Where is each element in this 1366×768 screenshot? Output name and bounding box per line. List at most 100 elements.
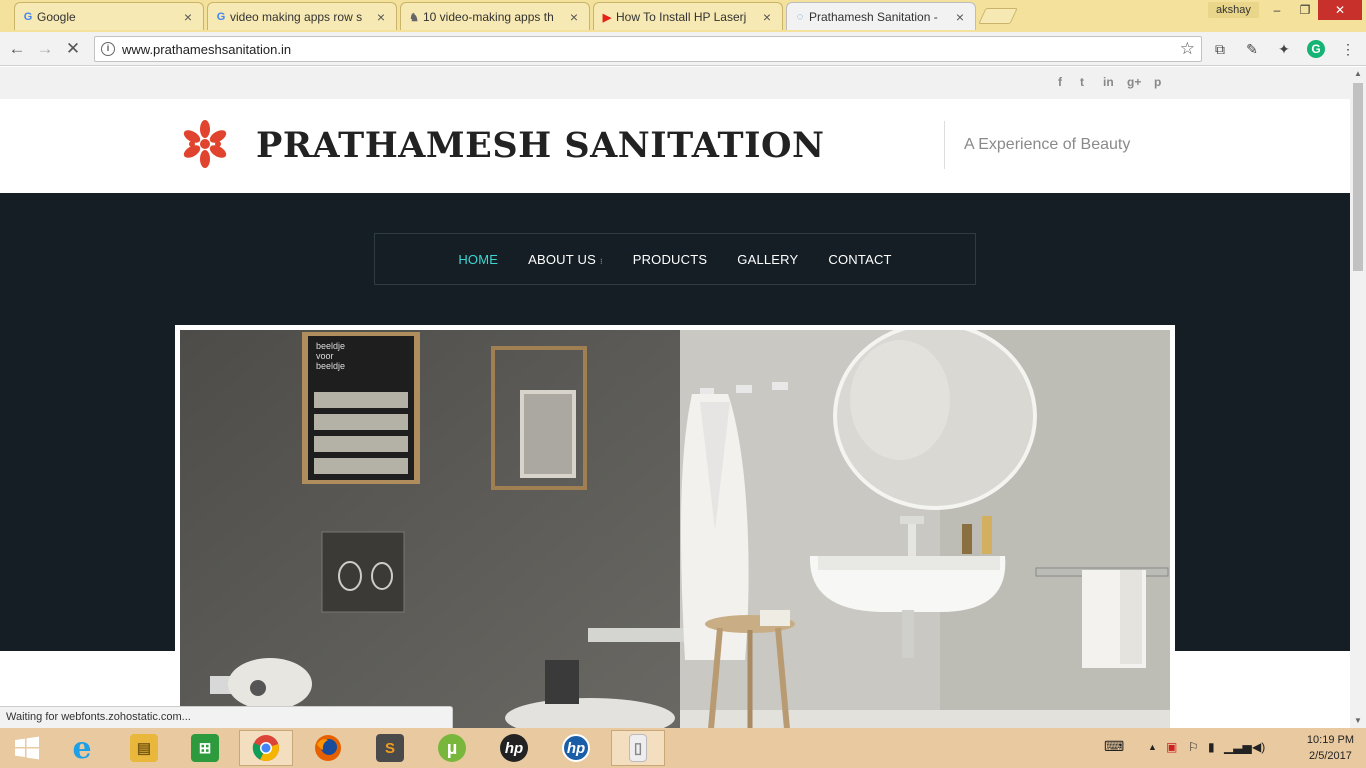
- taskbar-sublime-text[interactable]: S: [363, 730, 417, 766]
- tab-close-icon[interactable]: ×: [953, 9, 967, 25]
- back-button[interactable]: ←: [6, 38, 28, 60]
- taskbar-store[interactable]: ⊞: [178, 730, 232, 766]
- main-navigation: HOME ABOUT US ⁝ PRODUCTS GALLERY CONTACT: [374, 233, 976, 285]
- taskbar-chrome[interactable]: [239, 730, 293, 766]
- tab-title: 10 video-making apps th: [423, 9, 554, 24]
- firefox-icon: [315, 735, 341, 761]
- clock-date: 2/5/2017: [1309, 750, 1352, 762]
- chrome-icon: [252, 735, 279, 762]
- tab-title: How To Install HP Laserj: [616, 9, 747, 24]
- tab-close-icon[interactable]: ×: [760, 9, 774, 25]
- stop-loading-button[interactable]: ✕: [62, 38, 84, 60]
- nav-products[interactable]: PRODUCTS: [633, 252, 708, 267]
- forward-button[interactable]: →: [34, 38, 56, 60]
- taskbar-file-explorer[interactable]: ▤: [117, 730, 171, 766]
- tab-title: Google: [37, 9, 76, 24]
- pinterest-icon[interactable]: p: [1154, 75, 1161, 89]
- page-viewport: f t in g+ p PRATHAMESH SANITATION A Expe…: [0, 67, 1350, 728]
- site-brand-title[interactable]: PRATHAMESH SANITATION: [256, 125, 824, 166]
- tab-youtube-hp[interactable]: ▶ How To Install HP Laserj ×: [593, 2, 783, 30]
- start-button[interactable]: [0, 730, 54, 766]
- browser-tab-bar: G Google × G video making apps row s × ♞…: [0, 0, 1366, 32]
- taskbar-blank-app[interactable]: ▯: [611, 730, 665, 766]
- show-hidden-icons-icon[interactable]: ▲: [1148, 742, 1157, 752]
- windows-taskbar: e ▤ ⊞ S µ hp hp ▯ ⌨ ▲ ▣ ⚐ ▮ ▁▃▅ ◀) 10:19…: [0, 728, 1366, 768]
- scroll-down-arrow-icon[interactable]: ▼: [1350, 714, 1366, 728]
- windows-logo-icon: [15, 736, 39, 760]
- tab-prathamesh-sanitation[interactable]: ◌ Prathamesh Sanitation - ×: [786, 2, 976, 30]
- eyedropper-extension-icon[interactable]: ✎: [1243, 40, 1261, 58]
- tab-close-icon[interactable]: ×: [567, 9, 581, 25]
- internet-explorer-icon: e: [72, 730, 92, 766]
- tab-close-icon[interactable]: ×: [374, 9, 388, 25]
- address-bar[interactable]: i www.prathameshsanitation.in ☆: [94, 36, 1202, 62]
- tab-video-making-apps[interactable]: ♞ 10 video-making apps th ×: [400, 2, 590, 30]
- tab-close-icon[interactable]: ×: [181, 9, 195, 25]
- nav-home[interactable]: HOME: [458, 252, 498, 267]
- store-icon: ⊞: [191, 734, 219, 762]
- taskbar-utorrent[interactable]: µ: [425, 730, 479, 766]
- bookmark-star-icon[interactable]: ☆: [1180, 39, 1195, 59]
- close-window-button[interactable]: ✕: [1318, 0, 1362, 20]
- profile-button[interactable]: akshay: [1208, 2, 1259, 18]
- tab-google[interactable]: G Google ×: [14, 2, 204, 30]
- youtube-favicon-icon: ▶: [602, 11, 612, 24]
- browser-toolbar: ← → ✕ i www.prathameshsanitation.in ☆ ⧉ …: [0, 32, 1366, 66]
- google-plus-icon[interactable]: g+: [1127, 75, 1141, 89]
- taskbar-firefox[interactable]: [301, 730, 355, 766]
- maximize-button[interactable]: ❐: [1290, 0, 1320, 20]
- tab-title: video making apps row s: [230, 9, 363, 24]
- cast-extension-icon[interactable]: ⧉: [1211, 40, 1229, 58]
- volume-icon[interactable]: ◀): [1252, 740, 1265, 754]
- app-window-icon: ▯: [629, 734, 647, 762]
- google-favicon-icon: G: [23, 11, 33, 23]
- tab-title: Prathamesh Sanitation -: [809, 9, 938, 24]
- clock-time: 10:19 PM: [1306, 734, 1354, 746]
- nav-gallery[interactable]: GALLERY: [737, 252, 798, 267]
- browser-status-bar: Waiting for webfonts.zohostatic.com...: [0, 706, 453, 728]
- nav-about-us[interactable]: ABOUT US ⁝: [528, 252, 603, 267]
- hp-logo-icon: hp: [562, 734, 590, 762]
- tab-video-making-search[interactable]: G video making apps row s ×: [207, 2, 397, 30]
- taskbar-hp-app-1[interactable]: hp: [487, 730, 541, 766]
- logo-flower-icon[interactable]: [178, 117, 232, 171]
- site-tagline: A Experience of Beauty: [964, 136, 1131, 153]
- system-tray: ⌨ ▲ ▣ ⚐ ▮ ▁▃▅ ◀) 10:19 PM 2/5/2017: [1096, 728, 1366, 768]
- hero-slider[interactable]: beeldje voor beeldje: [175, 325, 1175, 728]
- vertical-scrollbar[interactable]: ▲ ▼: [1350, 67, 1366, 728]
- scroll-up-arrow-icon[interactable]: ▲: [1350, 67, 1366, 81]
- loading-spinner-icon: ◌: [796, 11, 804, 23]
- social-top-bar: f t in g+ p: [0, 67, 1350, 99]
- poster-text: voor: [316, 351, 334, 361]
- grammarly-extension-icon[interactable]: G: [1307, 40, 1325, 58]
- sublime-text-icon: S: [376, 734, 404, 762]
- linkedin-icon[interactable]: in: [1103, 75, 1114, 89]
- header-divider: [944, 121, 945, 169]
- minimize-button[interactable]: –: [1262, 0, 1292, 20]
- site-header: PRATHAMESH SANITATION A Experience of Be…: [0, 99, 1350, 193]
- network-signal-icon[interactable]: ▁▃▅: [1224, 740, 1252, 754]
- facebook-icon[interactable]: f: [1058, 75, 1062, 89]
- url-text[interactable]: www.prathameshsanitation.in: [122, 42, 291, 57]
- taskbar-hp-app-2[interactable]: hp: [549, 730, 603, 766]
- system-clock[interactable]: 10:19 PM 2/5/2017: [1307, 732, 1354, 764]
- chrome-menu-icon[interactable]: ⋮: [1339, 40, 1357, 58]
- hp-logo-icon: hp: [500, 734, 528, 762]
- nav-contact[interactable]: CONTACT: [828, 252, 891, 267]
- scrollbar-thumb[interactable]: [1353, 83, 1363, 271]
- keyboard-icon[interactable]: ⌨: [1104, 738, 1124, 755]
- language-flag-icon[interactable]: ▣: [1166, 740, 1177, 754]
- site-favicon-icon: ♞: [409, 11, 419, 24]
- site-info-icon[interactable]: i: [101, 42, 115, 56]
- bathroom-hero-image: beeldje voor beeldje: [180, 330, 1170, 728]
- extension-icon[interactable]: ✦: [1275, 40, 1293, 58]
- battery-icon[interactable]: ▮: [1208, 740, 1215, 754]
- google-favicon-icon: G: [216, 11, 226, 23]
- new-tab-button[interactable]: [978, 8, 1018, 24]
- folder-icon: ▤: [130, 734, 158, 762]
- action-center-flag-icon[interactable]: ⚐: [1188, 740, 1199, 754]
- dropdown-caret-icon: ⁝: [599, 256, 603, 266]
- taskbar-internet-explorer[interactable]: e: [55, 730, 109, 766]
- poster-text: beeldje: [316, 361, 345, 371]
- twitter-icon[interactable]: t: [1080, 75, 1084, 89]
